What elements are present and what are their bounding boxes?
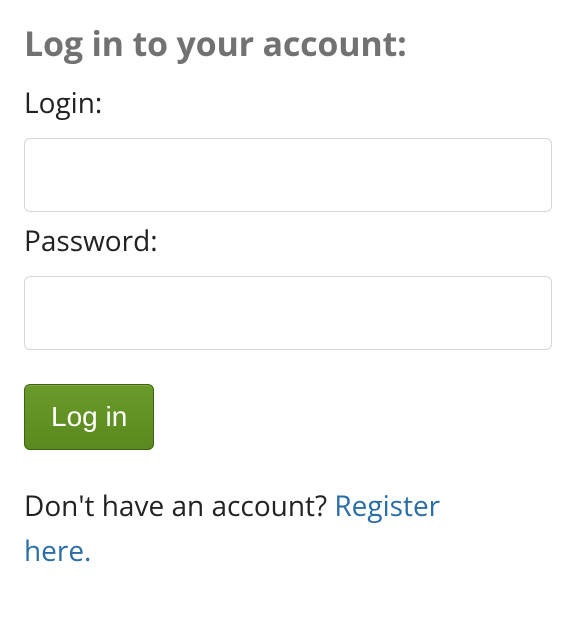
login-card: Log in to your account: Login: Password:… [0,0,576,598]
signup-prompt: Don't have an account? Register here. [24,484,504,574]
password-input[interactable] [24,276,552,350]
login-label: Login: [24,84,552,122]
signup-text: Don't have an account? [24,487,334,525]
login-button[interactable]: Log in [24,384,154,450]
password-label: Password: [24,222,552,260]
page-title: Log in to your account: [24,20,552,66]
login-input[interactable] [24,138,552,212]
